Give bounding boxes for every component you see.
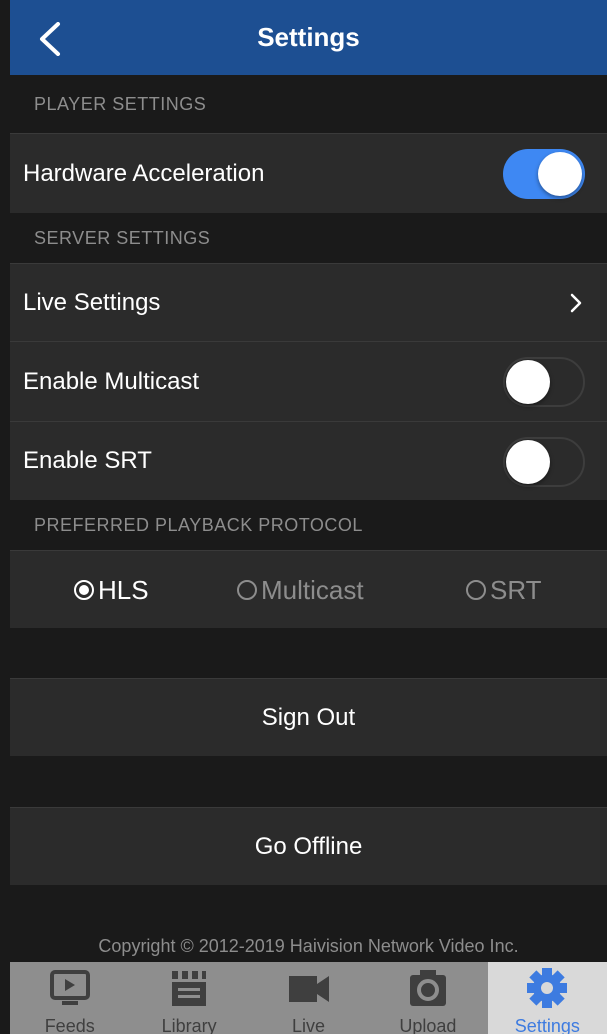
- radio-multicast-label: Multicast: [261, 574, 364, 605]
- tab-live[interactable]: Live: [249, 962, 368, 1034]
- radio-unselected-icon: [237, 580, 257, 600]
- section-header-server-settings: SERVER SETTINGS: [34, 227, 211, 248]
- radio-srt[interactable]: SRT: [466, 551, 542, 629]
- sign-out-button[interactable]: Sign Out: [10, 678, 607, 756]
- clapperboard-icon: [172, 971, 207, 1006]
- tab-upload[interactable]: Upload: [368, 962, 487, 1034]
- playback-protocol-selector: HLS Multicast SRT: [10, 550, 607, 628]
- toggle-knob: [506, 440, 550, 484]
- radio-srt-label: SRT: [490, 574, 542, 605]
- section-header-player-settings: PLAYER SETTINGS: [34, 93, 207, 114]
- hardware-acceleration-toggle[interactable]: [503, 149, 585, 199]
- page-title: Settings: [257, 22, 360, 52]
- tab-library-label: Library: [161, 1016, 217, 1034]
- toggle-knob: [506, 360, 550, 404]
- hardware-acceleration-label: Hardware Acceleration: [23, 159, 265, 187]
- section-header-playback-protocol: PREFERRED PLAYBACK PROTOCOL: [34, 514, 363, 535]
- hardware-acceleration-row: Hardware Acceleration: [10, 133, 607, 213]
- copyright-text: Copyright © 2012-2019 Haivision Network …: [98, 936, 519, 956]
- gear-icon: [527, 968, 568, 1008]
- radio-hls[interactable]: HLS: [74, 551, 149, 629]
- tab-feeds[interactable]: Feeds: [10, 962, 129, 1034]
- live-settings-label: Live Settings: [23, 288, 161, 316]
- enable-multicast-label: Enable Multicast: [23, 367, 200, 395]
- tab-live-label: Live: [292, 1016, 326, 1034]
- enable-multicast-toggle[interactable]: [503, 357, 585, 407]
- tab-settings-label: Settings: [514, 1016, 580, 1034]
- go-offline-button[interactable]: Go Offline: [10, 807, 607, 885]
- tab-feeds-label: Feeds: [44, 1016, 95, 1034]
- radio-selected-icon: [74, 580, 94, 600]
- tab-upload-label: Upload: [399, 1016, 457, 1034]
- tab-settings[interactable]: Settings: [487, 962, 607, 1034]
- navigation-bar: Settings: [10, 0, 607, 75]
- live-settings-row[interactable]: Live Settings: [10, 263, 607, 341]
- radio-unselected-icon: [466, 580, 486, 600]
- camera-icon: [409, 970, 446, 1006]
- enable-srt-toggle[interactable]: [503, 437, 585, 487]
- tab-bar: Feeds Library Live Upload Settings: [10, 962, 607, 1034]
- toggle-knob: [538, 152, 582, 196]
- radio-multicast[interactable]: Multicast: [237, 551, 364, 629]
- enable-multicast-row: Enable Multicast: [10, 341, 607, 421]
- radio-hls-label: HLS: [98, 574, 149, 605]
- chevron-right-icon: [570, 293, 582, 313]
- chevron-left-icon[interactable]: [36, 22, 66, 56]
- enable-srt-row: Enable SRT: [10, 421, 607, 500]
- enable-srt-label: Enable SRT: [23, 447, 152, 474]
- tab-library[interactable]: Library: [129, 962, 248, 1034]
- video-camera-icon: [288, 976, 329, 1002]
- feeds-icon: [49, 970, 90, 1005]
